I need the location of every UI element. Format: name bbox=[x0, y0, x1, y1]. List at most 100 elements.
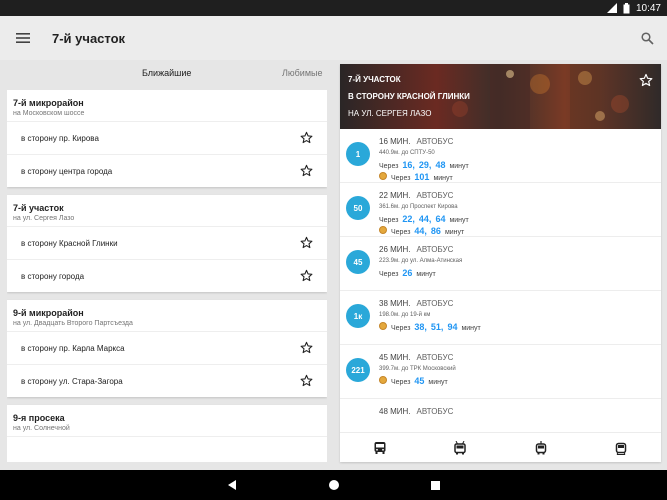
arrival-time: 38 МИН. bbox=[379, 299, 411, 308]
arrival-item[interactable]: 1к 38 МИН. АВТОБУС 198.0м. до 19-й км Чер… bbox=[340, 291, 661, 345]
minutes-label: минут bbox=[433, 175, 453, 182]
signal-icon bbox=[606, 3, 617, 13]
schedule-time: 26 bbox=[402, 268, 413, 278]
direction-label: в сторону пр. Карла Маркса bbox=[21, 343, 125, 353]
direction-item[interactable]: в сторону центра города bbox=[7, 154, 327, 187]
detail-street: НА УЛ. СЕРГЕЯ ЛАЗО bbox=[348, 109, 432, 118]
stop-header[interactable]: 7-й участок на ул. Сергея Лазо bbox=[7, 195, 327, 226]
schedule-time: 101 bbox=[414, 172, 430, 182]
detail-direction: В СТОРОНУ КРАСНОЙ ГЛИНКИ bbox=[348, 92, 470, 101]
through-label: Через bbox=[391, 229, 411, 236]
menu-icon bbox=[16, 33, 30, 43]
direction-item[interactable]: в сторону города bbox=[7, 259, 327, 292]
search-icon bbox=[640, 31, 654, 45]
arrival-item[interactable]: 45 26 МИН. АВТОБУС 223.9м. до ул. Алма-Ат… bbox=[340, 237, 661, 291]
direction-label: в сторону города bbox=[21, 271, 85, 281]
arrival-distance: 361.6м. до Проспект Кирова bbox=[379, 204, 458, 210]
app-bar: 7-й участок bbox=[0, 16, 667, 60]
schedule-time: 16, bbox=[402, 160, 415, 170]
arrival-distance: 223.9м. до ул. Алма-Атинская bbox=[379, 258, 463, 264]
coin-icon bbox=[379, 376, 387, 384]
vehicle-type: АВТОБУС bbox=[416, 299, 454, 308]
minutes-label: минут bbox=[449, 217, 469, 224]
page-title: 7-й участок bbox=[52, 30, 126, 46]
stop-street: на ул. Солнечной bbox=[13, 425, 70, 432]
arrival-time-line: 48 МИН. АВТОБУС bbox=[379, 407, 453, 416]
arrival-distance: 440.9м. до СПТУ-50 bbox=[379, 150, 435, 156]
star-outline-icon[interactable] bbox=[300, 236, 313, 249]
schedule-time: 44, bbox=[418, 214, 432, 224]
arrival-time-line: 26 МИН. АВТОБУС bbox=[379, 245, 453, 254]
transport-type-bar bbox=[340, 432, 661, 462]
minutes-label: минут bbox=[449, 163, 469, 170]
route-badge: 1к bbox=[346, 304, 370, 328]
coin-icon bbox=[379, 172, 387, 180]
through-label: Через bbox=[379, 217, 399, 224]
trolleybus-alt-icon[interactable] bbox=[534, 440, 548, 455]
through-label: Через bbox=[391, 325, 411, 332]
stop-name: 7-й участок bbox=[13, 203, 64, 213]
schedule-time: 51, bbox=[430, 322, 444, 332]
paid-schedule-line: Через 44, 86 минут bbox=[379, 226, 464, 236]
star-outline-icon[interactable] bbox=[639, 73, 653, 87]
stop-header[interactable]: 7-й микрорайон на Московском шоссе bbox=[7, 90, 327, 121]
arrival-item[interactable]: 50 22 МИН. АВТОБУС 361.6м. до Проспект Ки… bbox=[340, 183, 661, 237]
direction-label: в сторону центра города bbox=[21, 166, 113, 176]
star-outline-icon[interactable] bbox=[300, 269, 313, 282]
schedule-time: 48 bbox=[435, 160, 446, 170]
arrival-distance: 198.0м. до 19-й км bbox=[379, 312, 431, 318]
paid-schedule-line: Через 45 минут bbox=[379, 376, 448, 386]
arrival-time-line: 16 МИН. АВТОБУС bbox=[379, 137, 453, 146]
stop-header[interactable]: 9-я просека на ул. Солнечной bbox=[7, 405, 327, 436]
menu-button[interactable] bbox=[0, 16, 46, 60]
arrival-item[interactable]: 221 45 МИН. АВТОБУС 399.7м. до ТРК Москов… bbox=[340, 345, 661, 399]
arrival-time: 22 МИН. bbox=[379, 191, 411, 200]
arrival-time: 16 МИН. bbox=[379, 137, 411, 146]
tram-icon[interactable] bbox=[614, 441, 628, 455]
search-button[interactable] bbox=[627, 16, 667, 60]
direction-item[interactable] bbox=[7, 436, 327, 462]
star-outline-icon[interactable] bbox=[300, 341, 313, 354]
star-outline-icon[interactable] bbox=[300, 374, 313, 387]
schedule-time: 86 bbox=[430, 226, 441, 236]
home-icon[interactable] bbox=[328, 479, 340, 491]
vehicle-type: АВТОБУС bbox=[416, 407, 454, 416]
through-label: Через bbox=[391, 379, 411, 386]
stop-street: на ул. Двадцать Второго Партсъезда bbox=[13, 320, 133, 327]
minutes-label: минут bbox=[428, 379, 448, 386]
tab-bar: Ближайшие Любимые bbox=[0, 60, 336, 88]
vehicle-type: АВТОБУС bbox=[416, 191, 454, 200]
minutes-label: минут bbox=[416, 271, 436, 278]
battery-icon bbox=[623, 2, 630, 13]
trolleybus-icon[interactable] bbox=[453, 440, 467, 455]
stop-header[interactable]: 9-й микрорайон на ул. Двадцать Второго П… bbox=[7, 300, 327, 331]
direction-item[interactable]: в сторону пр. Карла Маркса bbox=[7, 331, 327, 364]
arrival-time-line: 22 МИН. АВТОБУС bbox=[379, 191, 453, 200]
arrival-item[interactable]: 1 16 МИН. АВТОБУС 440.9м. до СПТУ-50 Чере… bbox=[340, 129, 661, 183]
direction-item[interactable]: в сторону Красной Глинки bbox=[7, 226, 327, 259]
schedule-line: Через 26 минут bbox=[379, 268, 436, 278]
stop-card: 7-й участок на ул. Сергея Лазо в сторону… bbox=[7, 195, 327, 292]
coin-icon bbox=[379, 322, 387, 330]
direction-item[interactable]: в сторону ул. Стара-Загора bbox=[7, 364, 327, 397]
arrival-item[interactable]: 48 МИН. АВТОБУС bbox=[340, 399, 661, 432]
tab-favorites[interactable]: Любимые bbox=[282, 68, 323, 78]
route-badge: 1 bbox=[346, 142, 370, 166]
stop-name: 9-й микрорайон bbox=[13, 308, 84, 318]
stop-street: на Московском шоссе bbox=[13, 110, 85, 117]
direction-item[interactable]: в сторону пр. Кирова bbox=[7, 121, 327, 154]
recents-icon[interactable] bbox=[430, 480, 441, 491]
direction-label: в сторону Красной Глинки bbox=[21, 238, 118, 248]
schedule-time: 94 bbox=[447, 322, 458, 332]
stop-detail-header: 7-Й УЧАСТОК В СТОРОНУ КРАСНОЙ ГЛИНКИ НА … bbox=[340, 64, 661, 129]
back-icon[interactable] bbox=[226, 479, 238, 491]
detail-stop-name: 7-Й УЧАСТОК bbox=[348, 75, 401, 84]
coin-icon bbox=[379, 226, 387, 234]
star-outline-icon[interactable] bbox=[300, 131, 313, 144]
bus-icon[interactable] bbox=[373, 441, 387, 455]
star-outline-icon[interactable] bbox=[300, 164, 313, 177]
arrival-time: 45 МИН. bbox=[379, 353, 411, 362]
schedule-time: 22, bbox=[402, 214, 415, 224]
tab-nearest[interactable]: Ближайшие bbox=[142, 68, 191, 78]
stop-card: 9-й микрорайон на ул. Двадцать Второго П… bbox=[7, 300, 327, 397]
